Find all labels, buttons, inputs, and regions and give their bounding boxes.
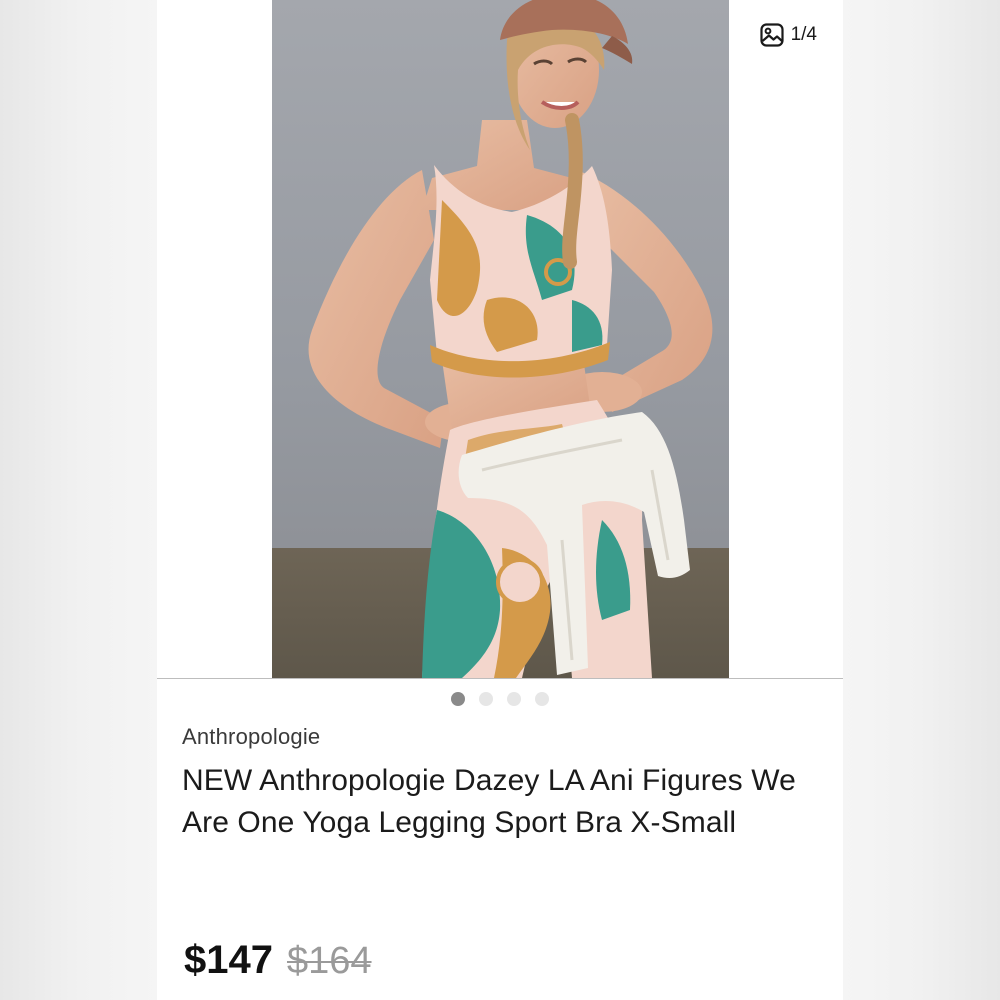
image-counter: 1/4 [759,22,817,48]
original-price: $164 [286,940,372,982]
product-photo[interactable] [272,0,729,678]
listing-card: 1/4 Anthropologie NEW Anthropologie Daze… [157,0,843,1000]
photo-divider [157,678,843,679]
listing-title: NEW Anthropologie Dazey LA Ani Figures W… [182,764,796,839]
current-price: $147 [184,938,273,982]
carousel-dot-2[interactable] [479,692,493,706]
carousel-dot-4[interactable] [535,692,549,706]
photo-carousel[interactable]: 1/4 [157,0,843,678]
image-counter-text: 1/4 [790,24,817,45]
brand-link[interactable]: Anthropologie [182,724,320,750]
gallery-icon [759,22,785,48]
carousel-dot-3[interactable] [507,692,521,706]
carousel-dots[interactable] [157,692,843,706]
price-row: $147 $164 [184,938,372,983]
carousel-dot-1[interactable] [451,692,465,706]
